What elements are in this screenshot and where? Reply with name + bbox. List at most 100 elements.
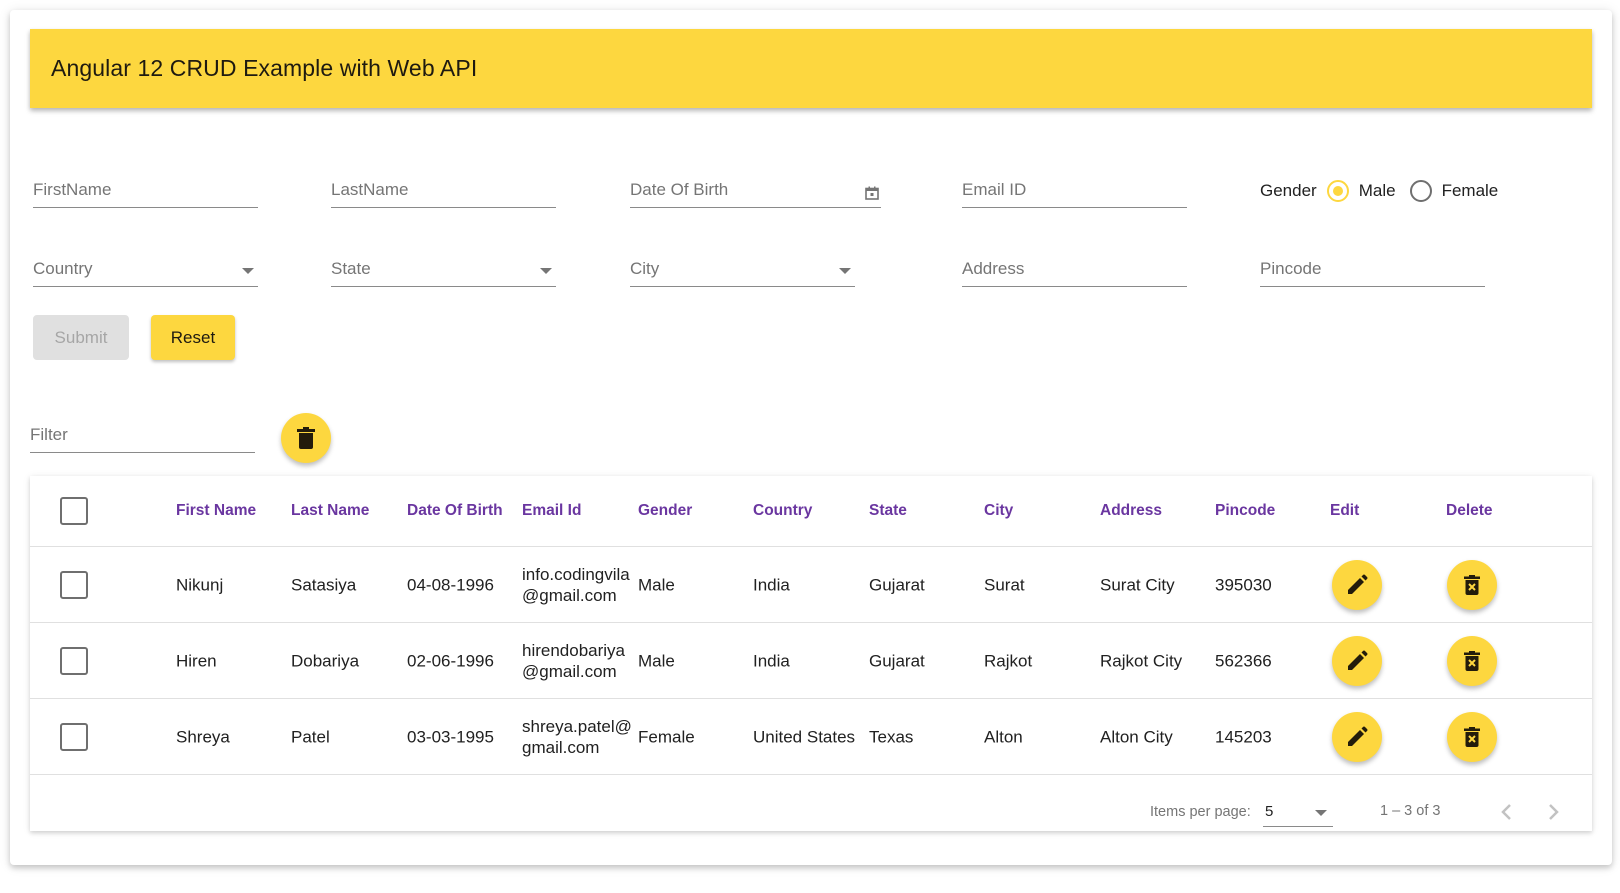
column-header[interactable]: Email Id — [522, 502, 581, 520]
column-header[interactable]: Last Name — [291, 502, 369, 520]
radio-unchecked-icon[interactable] — [1409, 180, 1432, 202]
city-select[interactable]: City — [630, 257, 855, 287]
cell-email: info.codingvila @gmail.com — [522, 564, 630, 606]
radio-checked-icon[interactable] — [1326, 180, 1349, 202]
cell-country: India — [753, 651, 790, 670]
last-name-input[interactable]: LastName — [331, 178, 556, 208]
delete-row-button[interactable] — [1447, 711, 1497, 762]
column-header[interactable]: Date Of Birth — [407, 502, 503, 520]
pencil-icon — [1348, 574, 1368, 594]
items-per-page-value: 5 — [1265, 803, 1274, 820]
cell-dob: 03-03-1995 — [407, 727, 494, 746]
column-header: Delete — [1446, 502, 1493, 519]
select-all-checkbox[interactable] — [60, 497, 88, 525]
app-title: Angular 12 CRUD Example with Web API — [51, 55, 478, 81]
address-placeholder: Address — [962, 259, 1025, 278]
row-checkbox[interactable] — [60, 646, 88, 675]
pincode-placeholder: Pincode — [1260, 259, 1322, 278]
submit-button[interactable]: Submit — [33, 315, 129, 360]
page-range-label: 1 – 3 of 3 — [1380, 803, 1441, 819]
country-select[interactable]: Country — [33, 257, 258, 287]
cell-pincode: 395030 — [1215, 575, 1272, 594]
gender-radio-group: Gender Male Female — [1260, 180, 1512, 202]
reset-button[interactable]: Reset — [151, 315, 235, 360]
cell-email-line2: gmail.com — [522, 737, 600, 757]
paginator: Items per page: 5 1 – 3 of 3 — [30, 776, 1592, 831]
row-checkbox[interactable] — [60, 570, 88, 599]
cell-first-name: Hiren — [176, 651, 217, 670]
email-input[interactable]: Email ID — [962, 178, 1187, 208]
column-header[interactable]: Address — [1100, 502, 1162, 520]
next-page-button[interactable] — [1540, 798, 1568, 826]
city-placeholder: City — [630, 259, 660, 278]
cell-country: United States — [753, 727, 856, 746]
column-header[interactable]: Country — [753, 502, 812, 520]
cell-country: India — [753, 575, 790, 594]
delete-row-button[interactable] — [1447, 559, 1497, 610]
cell-address: Rajkot City — [1100, 651, 1183, 670]
gender-male-label: Male — [1358, 181, 1396, 200]
table-row: Hiren Dobariya 02-06-1996 hirendobariya … — [30, 623, 1592, 699]
gender-female-label: Female — [1441, 181, 1499, 200]
chevron-left-icon — [1501, 804, 1511, 820]
calendar-icon[interactable] — [865, 186, 879, 200]
last-name-placeholder: LastName — [331, 180, 409, 199]
dob-input[interactable]: Date Of Birth — [630, 178, 881, 208]
cell-state: Texas — [869, 727, 914, 746]
table-header-row: First Name Last Name Date Of Birth Email… — [30, 476, 1592, 547]
delete-forever-icon — [1464, 650, 1480, 671]
cell-email: hirendobariya @gmail.com — [522, 640, 625, 682]
cell-gender: Male — [638, 651, 675, 670]
delete-forever-icon — [1464, 574, 1480, 595]
pencil-icon — [1348, 650, 1368, 670]
edit-button[interactable] — [1332, 711, 1382, 762]
column-header[interactable]: First Name — [176, 502, 256, 520]
cell-gender: Female — [638, 727, 695, 746]
previous-page-button[interactable] — [1492, 798, 1520, 826]
chevron-right-icon — [1549, 804, 1559, 820]
pencil-icon — [1348, 726, 1368, 746]
cell-last-name: Dobariya — [291, 651, 360, 670]
cell-gender: Male — [638, 575, 675, 594]
cell-city: Alton — [984, 727, 1023, 746]
cell-state: Gujarat — [869, 651, 925, 670]
address-input[interactable]: Address — [962, 257, 1187, 287]
cell-address: Surat City — [1100, 575, 1175, 594]
delete-selected-button[interactable] — [281, 413, 331, 463]
edit-button[interactable] — [1332, 559, 1382, 610]
column-header[interactable]: State — [869, 502, 907, 520]
cell-email-line2: @gmail.com — [522, 661, 617, 681]
pincode-input[interactable]: Pincode — [1260, 257, 1485, 287]
dob-placeholder: Date Of Birth — [630, 180, 729, 199]
gender-radio-female[interactable]: Female — [1409, 180, 1499, 202]
first-name-placeholder: FirstName — [33, 180, 112, 199]
app-toolbar: Angular 12 CRUD Example with Web API — [30, 29, 1592, 108]
items-per-page-select[interactable]: 5 — [1263, 800, 1333, 827]
cell-first-name: Shreya — [176, 727, 230, 746]
cell-dob: 02-06-1996 — [407, 651, 494, 670]
delete-forever-icon — [1464, 726, 1480, 747]
first-name-input[interactable]: FirstName — [33, 178, 258, 208]
cell-email: shreya.patel@ gmail.com — [522, 716, 632, 758]
gender-radio-male[interactable]: Male — [1326, 180, 1396, 202]
delete-row-button[interactable] — [1447, 635, 1497, 686]
row-checkbox[interactable] — [60, 722, 88, 751]
edit-button[interactable] — [1332, 635, 1382, 686]
chevron-down-icon — [540, 268, 552, 274]
column-header[interactable]: Pincode — [1215, 502, 1275, 520]
state-select[interactable]: State — [331, 257, 556, 287]
filter-input[interactable]: Filter — [30, 423, 255, 453]
cell-email-line2: @gmail.com — [522, 585, 617, 605]
cell-pincode: 145203 — [1215, 727, 1272, 746]
cell-email-line1: info.codingvila — [522, 564, 630, 584]
data-table: First Name Last Name Date Of Birth Email… — [30, 476, 1592, 831]
table-row: Nikunj Satasiya 04-08-1996 info.codingvi… — [30, 547, 1592, 623]
column-header: Edit — [1330, 502, 1360, 519]
gender-label: Gender — [1260, 181, 1317, 200]
column-header[interactable]: City — [984, 502, 1013, 520]
column-header[interactable]: Gender — [638, 502, 692, 520]
filter-placeholder: Filter — [30, 425, 68, 444]
items-per-page-label: Items per page: — [1150, 804, 1251, 820]
cell-city: Rajkot — [984, 651, 1033, 670]
cell-dob: 04-08-1996 — [407, 575, 494, 594]
